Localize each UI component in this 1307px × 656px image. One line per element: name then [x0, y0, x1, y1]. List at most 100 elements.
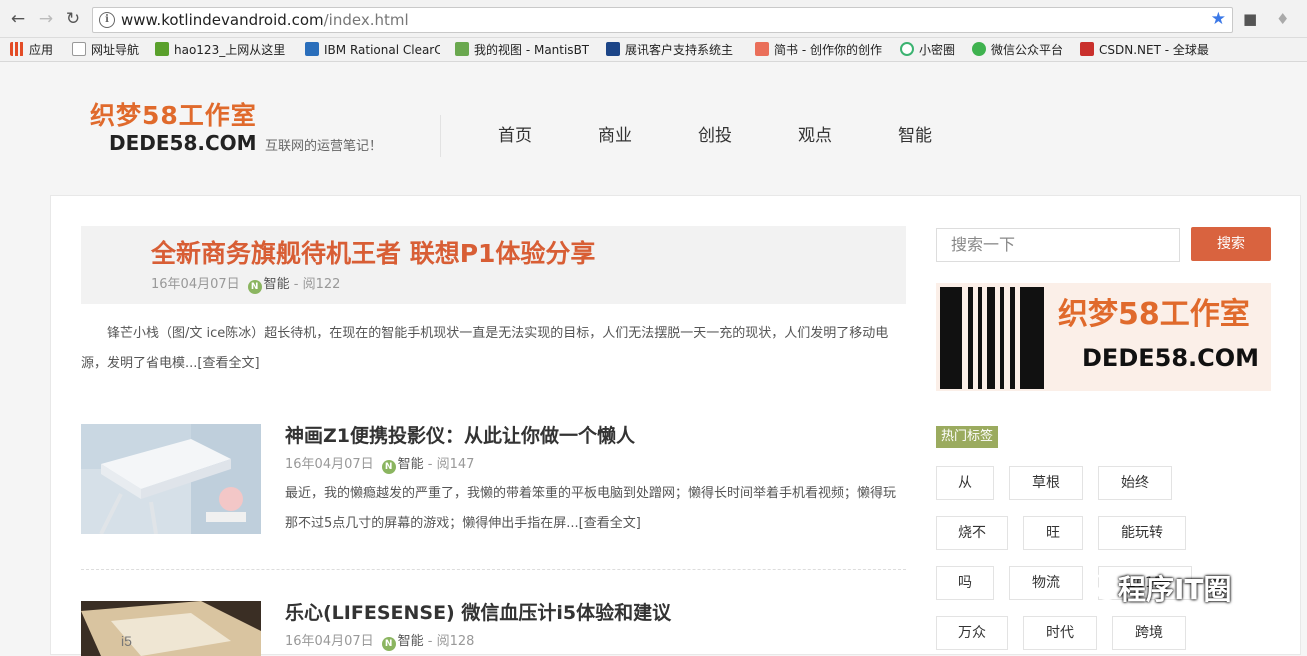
tag-item[interactable]: 万众 [936, 616, 1008, 650]
tag-item[interactable]: 草根 [1009, 466, 1083, 500]
bookmark-label: 微信公众平台 [991, 43, 1064, 57]
site-logo[interactable]: 织梦58工作室 DEDE58.COM [90, 101, 260, 161]
nav-smart[interactable]: 智能 [898, 125, 932, 147]
hot-tags-title: 热门标签 [936, 426, 999, 448]
read-more-link[interactable]: [查看全文] [197, 356, 259, 371]
tag-item[interactable]: 能玩转 [1098, 516, 1186, 550]
sidebar-banner[interactable]: 织梦58工作室 DEDE58.COM [936, 283, 1271, 391]
bookmark-label: 小密圈 [919, 43, 956, 57]
tag-item[interactable]: 烧不 [936, 516, 1008, 550]
post-item: 神画Z1便携投影仪：从此让你做一个懒人 16年04月07日 N 智能 - 阅147 … [81, 424, 906, 554]
bookmark-label: 简书 - 创作你的创作 [774, 43, 882, 57]
nav-venture[interactable]: 创投 [698, 125, 732, 147]
svg-text:i5: i5 [121, 633, 132, 649]
category-icon: N [247, 280, 262, 294]
bookmark-item[interactable]: 网址导航 [72, 42, 139, 58]
tag-item[interactable]: 从 [936, 466, 994, 500]
tag-item[interactable]: 跨境 [1112, 616, 1186, 650]
reload-icon[interactable]: ↻ [63, 9, 83, 29]
nav-business[interactable]: 商业 [598, 125, 632, 147]
post-excerpt: 最近，我的懒瘾越发的严重了，我懒的带着笨重的平板电脑到处蹭网；懒得长时间举着手机… [285, 479, 905, 539]
post-views: - 阅128 [427, 634, 475, 649]
post-category[interactable]: 智能 [264, 277, 290, 292]
bookmark-item[interactable]: hao123_上网从这里 [155, 42, 295, 58]
logo-line2: DEDE58.COM [109, 131, 257, 155]
post-divider [81, 569, 906, 570]
bookmark-item[interactable]: 我的视图 - MantisBT [455, 42, 589, 58]
hao123-icon [155, 42, 169, 56]
ibm-icon [305, 42, 319, 56]
watermark-text: 程序IT圈 [1118, 573, 1232, 606]
forward-arrow-icon[interactable]: → [36, 9, 56, 29]
wechat-watermark-icon [1084, 574, 1118, 601]
category-icon: N [381, 460, 396, 474]
banner-line1: 织梦58工作室 [1058, 297, 1250, 332]
nav-opinion[interactable]: 观点 [798, 125, 832, 147]
bookmark-item[interactable]: 简书 - 创作你的创作 [755, 42, 882, 58]
logo-line1: 织梦58工作室 [90, 101, 257, 130]
post-meta: 16年04月07日 N 智能 - 阅128 [285, 633, 474, 651]
url-text[interactable]: www.kotlindevandroid.com/index.html [121, 11, 409, 29]
featured-post: 全新商务旗舰待机王者 联想P1体验分享 16年04月07日 N 智能 - 阅122 [81, 226, 906, 304]
post-views: - 阅147 [427, 457, 475, 472]
post-thumbnail[interactable]: i5 [81, 601, 261, 656]
nav-home[interactable]: 首页 [498, 125, 532, 147]
bookmark-apps[interactable]: 应用 [10, 42, 53, 58]
post-title[interactable]: 乐心(LIFESENSE) 微信血压计i5体验和建议 [285, 601, 671, 625]
bookmark-label: 我的视图 - MantisBT [474, 43, 590, 57]
bookmark-label: CSDN.NET - 全球最 [1099, 43, 1209, 57]
category-icon: N [381, 637, 396, 651]
spreadtrum-icon [606, 42, 620, 56]
bookmark-label: IBM Rational ClearC [324, 43, 440, 57]
tag-item[interactable]: 时代 [1023, 616, 1097, 650]
bookmark-label: 网址导航 [91, 43, 140, 57]
site-slogan: 互联网的运营笔记！ [265, 139, 383, 154]
shield-icon[interactable]: ♦ [1276, 10, 1289, 28]
url-host: www.kotlindevandroid.com [121, 11, 324, 29]
post-thumbnail[interactable] [81, 424, 261, 534]
header-divider [440, 115, 441, 157]
read-more-link[interactable]: [查看全文] [579, 516, 641, 531]
watermark: 程序IT圈 [1084, 568, 1232, 612]
tag-item[interactable]: 吗 [936, 566, 994, 600]
apps-grid-icon [10, 42, 24, 56]
bookmark-item[interactable]: 微信公众平台 [972, 42, 1063, 58]
post-item: i5 乐心(LIFESENSE) 微信血压计i5体验和建议 16年04月07日 N… [81, 601, 906, 656]
featured-excerpt: 锋芒小栈（图/文 ice陈冰）超长待机，在现在的智能手机现状一直是无法实现的目标… [81, 319, 896, 379]
bookmark-item[interactable]: CSDN.NET - 全球最 [1080, 42, 1215, 58]
search-button[interactable]: 搜索 [1191, 227, 1271, 261]
tag-item[interactable]: 物流 [1009, 566, 1083, 600]
csdn-icon [1080, 42, 1094, 56]
mantis-icon [455, 42, 469, 56]
bookmark-label: 应用 [29, 43, 54, 57]
jianshu-icon [755, 42, 769, 56]
bookmark-item[interactable]: IBM Rational ClearC [305, 42, 440, 58]
bookmarks-bar: 应用 网址导航 hao123_上网从这里 IBM Rational ClearC… [0, 38, 1307, 62]
page-icon [72, 42, 86, 56]
browser-toolbar: ← → ↻ i www.kotlindevandroid.com/index.h… [0, 0, 1307, 38]
bookmark-label: 展讯客户支持系统主 [625, 43, 734, 57]
address-bar[interactable]: i www.kotlindevandroid.com/index.html ★ [92, 7, 1233, 33]
search-input[interactable]: 搜索一下 [936, 228, 1180, 262]
post-date: 16年04月07日 [285, 634, 374, 649]
post-category[interactable]: 智能 [398, 457, 424, 472]
banner-line2: DEDE58.COM [1082, 344, 1260, 372]
post-meta: 16年04月07日 N 智能 - 阅147 [285, 456, 474, 474]
bookmark-item[interactable]: 展讯客户支持系统主 [606, 42, 741, 58]
post-category[interactable]: 智能 [398, 634, 424, 649]
post-views: - 阅122 [293, 277, 341, 292]
bookmark-item[interactable]: 小密圈 [900, 42, 955, 58]
bookmark-star-icon[interactable]: ★ [1211, 9, 1226, 29]
post-date: 16年04月07日 [285, 457, 374, 472]
featured-title[interactable]: 全新商务旗舰待机王者 联想P1体验分享 [151, 238, 595, 270]
tag-item[interactable]: 始终 [1098, 466, 1172, 500]
tag-item[interactable]: 旺 [1023, 516, 1083, 550]
featured-meta: 16年04月07日 N 智能 - 阅122 [151, 276, 340, 294]
post-date: 16年04月07日 [151, 277, 240, 292]
post-title[interactable]: 神画Z1便携投影仪：从此让你做一个懒人 [285, 424, 635, 448]
site-info-icon[interactable]: i [99, 12, 115, 28]
back-arrow-icon[interactable]: ← [8, 9, 28, 29]
web-page: 织梦58工作室 DEDE58.COM 互联网的运营笔记！ 首页 商业 创投 观点… [0, 63, 1307, 656]
bookmark-label: hao123_上网从这里 [174, 43, 286, 57]
extension-icon[interactable]: ■ [1243, 10, 1257, 28]
